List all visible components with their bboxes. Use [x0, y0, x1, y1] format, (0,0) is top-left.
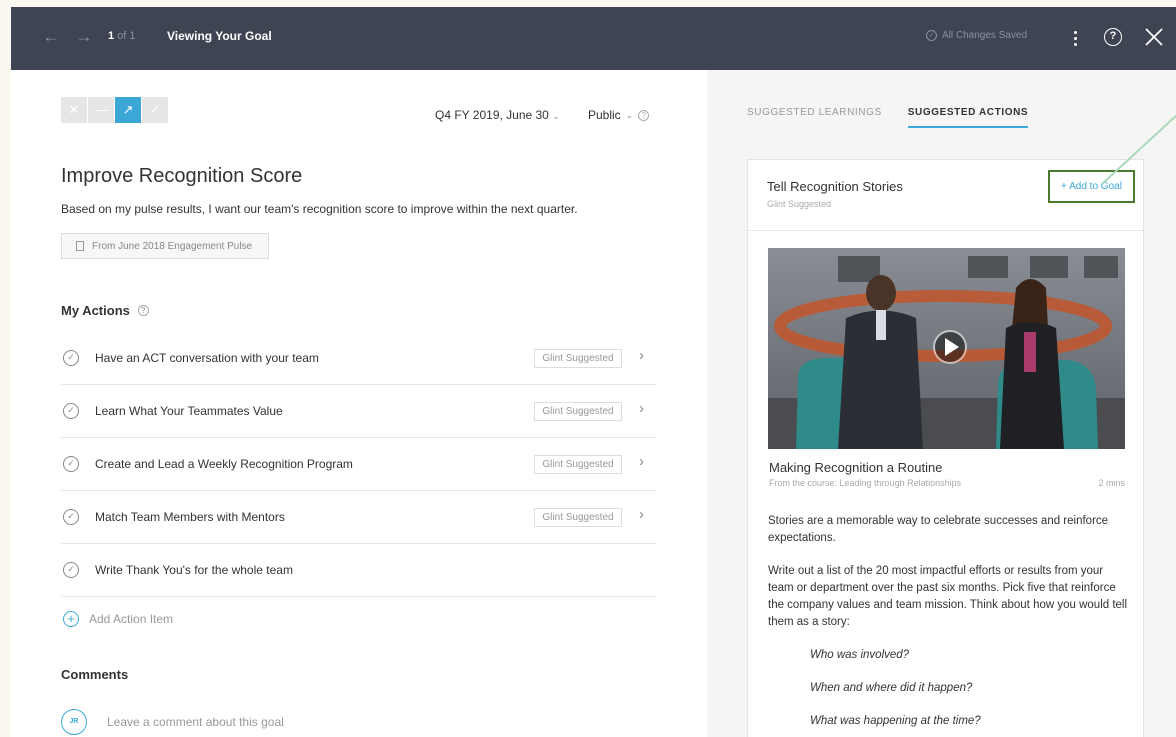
goal-viewer-window: ← → 1 of 1 Viewing Your Goal ✓ All Chang… [11, 7, 1176, 737]
add-action-button[interactable]: + Add Action Item [63, 611, 173, 627]
source-label: From June 2018 Engagement Pulse [92, 240, 253, 252]
video-course: From the course: Leading through Relatio… [769, 478, 962, 488]
card-paragraph: Stories are a memorable way to celebrate… [768, 515, 1109, 544]
action-item[interactable]: ✓ Match Team Members with Mentors Glint … [61, 491, 656, 544]
action-list: ✓ Have an ACT conversation with your tea… [61, 332, 656, 597]
action-item[interactable]: ✓ Write Thank You's for the whole team [61, 544, 656, 597]
card-subtitle: Glint Suggested [767, 199, 832, 209]
action-label: Learn What Your Teammates Value [95, 404, 283, 418]
period-dropdown[interactable]: Q4 FY 2019, June 30 ⌄ [435, 108, 560, 122]
goal-source-tag[interactable]: From June 2018 Engagement Pulse [61, 233, 269, 259]
tab-suggested-actions[interactable]: SUGGESTED ACTIONS [907, 107, 1029, 128]
tab-suggested-learnings[interactable]: SUGGESTED LEARNINGS [747, 107, 882, 128]
status-in-progress-icon[interactable]: ↗ [115, 97, 141, 123]
reflection-question: What was happening at the time? [810, 715, 981, 727]
check-circle-icon[interactable]: ✓ [63, 509, 79, 525]
help-icon[interactable]: ? [1104, 28, 1122, 46]
avatar: JR [61, 709, 87, 735]
comments-heading: Comments [61, 667, 129, 682]
status-selector: ✕ — ↗ ✓ [61, 97, 168, 123]
save-status: ✓ All Changes Saved [926, 30, 1027, 41]
action-label: Write Thank You's for the whole team [95, 563, 293, 577]
more-options-icon[interactable] [1069, 25, 1081, 51]
status-cancelled-icon[interactable]: ✕ [61, 97, 87, 123]
glint-suggested-badge: Glint Suggested [534, 402, 622, 421]
visibility-value: Public [588, 108, 621, 122]
add-action-label: Add Action Item [89, 612, 174, 626]
action-label: Have an ACT conversation with your team [95, 351, 319, 365]
chevron-right-icon[interactable]: › [639, 400, 644, 417]
period-value: Q4 FY 2019, June 30 [435, 108, 549, 122]
actions-heading-text: My Actions [61, 303, 130, 318]
comment-input[interactable]: Leave a comment about this goal [107, 715, 284, 729]
close-icon[interactable] [1141, 24, 1167, 50]
page-current: 1 [108, 30, 115, 42]
video-title[interactable]: Making Recognition a Routine [769, 460, 942, 475]
glint-suggested-badge: Glint Suggested [534, 508, 622, 527]
check-circle-icon[interactable]: ✓ [63, 562, 79, 578]
glint-suggested-badge: Glint Suggested [534, 349, 622, 368]
card-header: Tell Recognition Stories Glint Suggested… [748, 160, 1143, 231]
suggestion-tabs: SUGGESTED LEARNINGS SUGGESTED ACTIONS [747, 107, 1029, 128]
callout-pointer-line [1101, 114, 1176, 185]
page-counter: 1 of 1 [108, 30, 136, 42]
page-total: of 1 [117, 30, 136, 42]
comment-input-row[interactable]: JR Leave a comment about this goal [61, 709, 284, 735]
action-item[interactable]: ✓ Have an ACT conversation with your tea… [61, 332, 656, 385]
chevron-right-icon[interactable]: › [639, 347, 644, 364]
check-circle-icon[interactable]: ✓ [63, 403, 79, 419]
status-not-started-icon[interactable]: — [88, 97, 114, 123]
goal-details-pane: ✕ — ↗ ✓ Q4 FY 2019, June 30 ⌄ Public ⌄ ?… [11, 70, 707, 737]
goal-description[interactable]: Based on my pulse results, I want our te… [61, 202, 578, 216]
chevron-down-icon: ⌄ [625, 109, 634, 120]
card-title: Tell Recognition Stories [767, 179, 903, 194]
check-circle-icon[interactable]: ✓ [63, 350, 79, 366]
actions-heading: My Actions ? [61, 303, 149, 318]
reflection-question: When and where did it happen? [810, 682, 973, 694]
check-circle-icon[interactable]: ✓ [63, 456, 79, 472]
check-circle-icon: ✓ [926, 30, 937, 41]
chevron-down-icon: ⌄ [552, 111, 560, 121]
card-body: Stories are a memorable way to celebrate… [768, 513, 1128, 737]
visibility-dropdown[interactable]: Public ⌄ ? [588, 108, 650, 122]
action-label: Match Team Members with Mentors [95, 510, 285, 524]
suggested-action-card: Tell Recognition Stories Glint Suggested… [747, 159, 1144, 737]
chevron-right-icon[interactable]: › [639, 506, 644, 523]
status-complete-icon[interactable]: ✓ [142, 97, 168, 123]
save-status-text: All Changes Saved [942, 30, 1028, 41]
top-bar: ← → 1 of 1 Viewing Your Goal ✓ All Chang… [11, 7, 1176, 70]
action-label: Create and Lead a Weekly Recognition Pro… [95, 457, 353, 471]
video-thumbnail[interactable] [768, 248, 1125, 449]
document-icon [76, 241, 84, 251]
reflection-question: Who was involved? [810, 649, 910, 661]
plus-circle-icon: + [63, 611, 79, 627]
goal-title[interactable]: Improve Recognition Score [61, 165, 302, 188]
action-item[interactable]: ✓ Create and Lead a Weekly Recognition P… [61, 438, 656, 491]
help-icon[interactable]: ? [638, 109, 650, 121]
forward-arrow-icon[interactable]: → [73, 26, 95, 48]
back-arrow-icon[interactable]: ← [40, 26, 62, 48]
page-title: Viewing Your Goal [167, 29, 272, 43]
help-icon[interactable]: ? [137, 305, 149, 316]
video-duration: 2 mins [1098, 478, 1125, 488]
action-item[interactable]: ✓ Learn What Your Teammates Value Glint … [61, 385, 656, 438]
chevron-right-icon[interactable]: › [639, 453, 644, 470]
glint-suggested-badge: Glint Suggested [534, 455, 622, 474]
card-paragraph: Write out a list of the 20 most impactfu… [768, 565, 1128, 628]
